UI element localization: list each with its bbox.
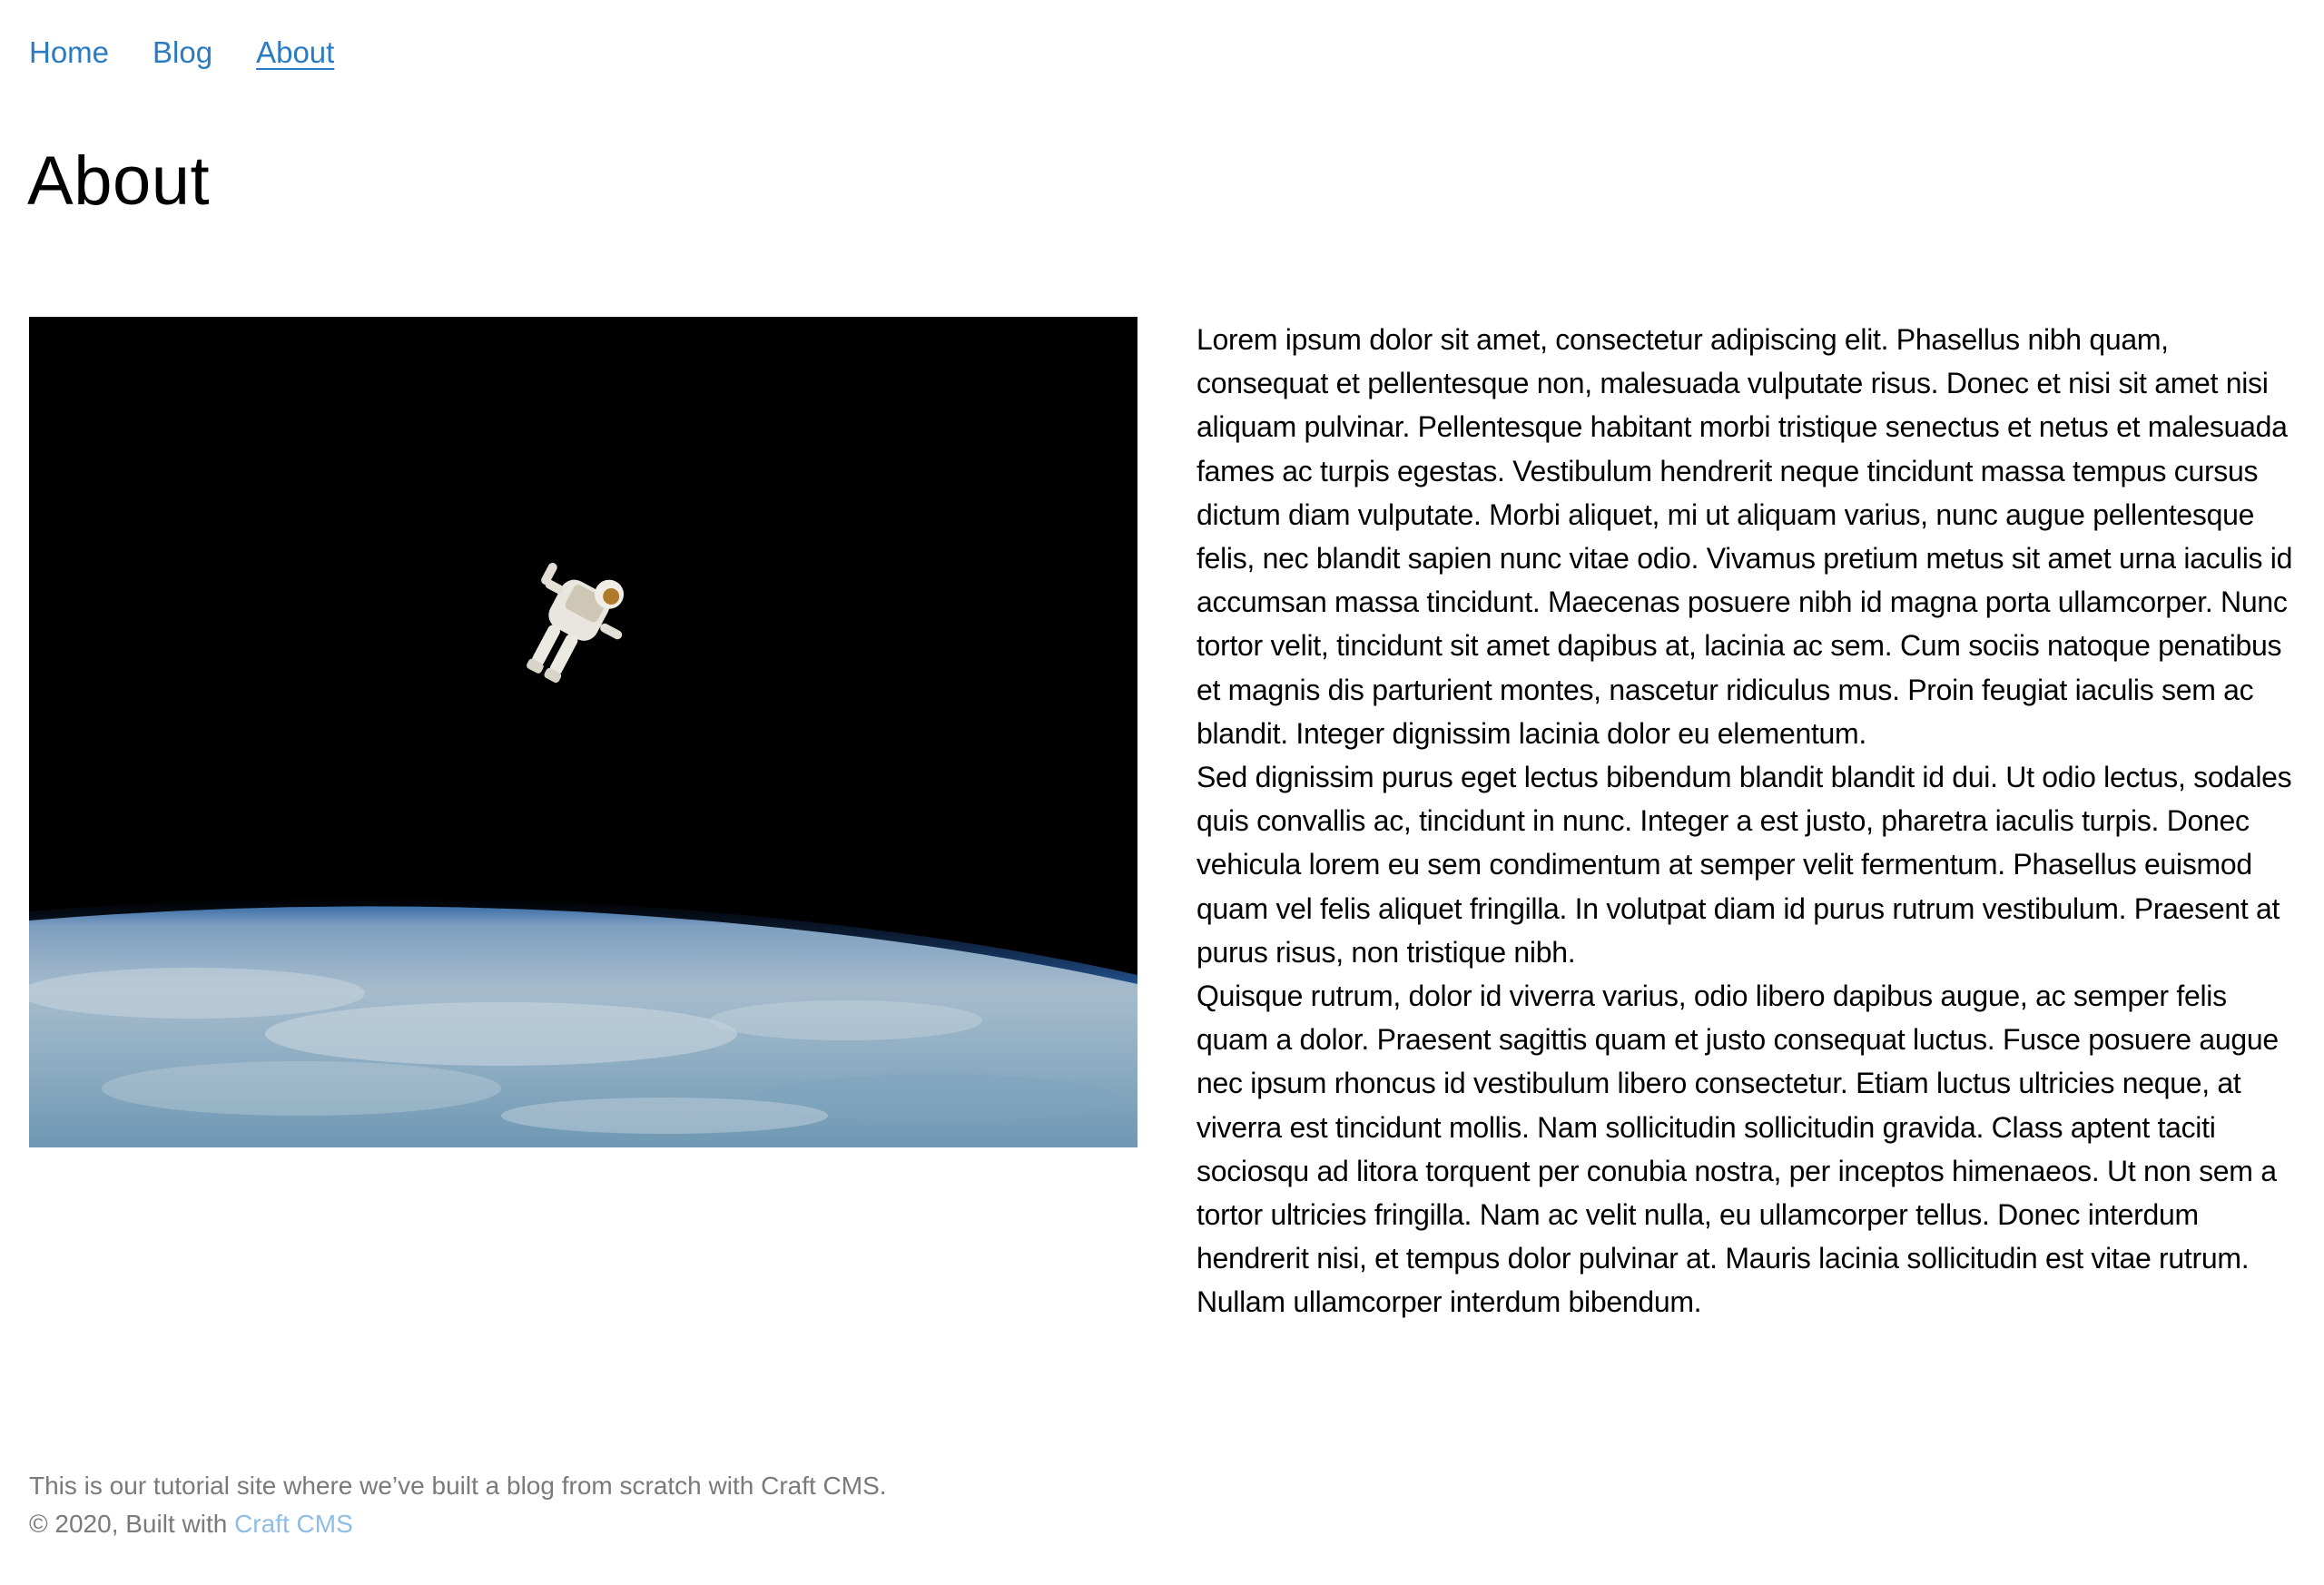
paragraph: Sed dignissim purus eget lectus bibendum… — [1196, 761, 2292, 969]
nav-link-home[interactable]: Home — [29, 31, 109, 74]
footer-copyright: © 2020, Built with Craft CMS — [29, 1505, 887, 1543]
main-nav: Home Blog About — [29, 31, 334, 74]
astronaut-earth-illustration — [29, 317, 1137, 1147]
nav-link-blog[interactable]: Blog — [153, 31, 212, 74]
copyright-text: © 2020, Built with — [29, 1510, 235, 1538]
craft-cms-link[interactable]: Craft CMS — [234, 1510, 353, 1538]
hero-image — [29, 317, 1137, 1147]
paragraph: Quisque rutrum, dolor id viverra varius,… — [1196, 980, 2279, 1319]
paragraph: Lorem ipsum dolor sit amet, consectetur … — [1196, 323, 2293, 750]
about-content: Lorem ipsum dolor sit amet, consectetur … — [1196, 318, 2306, 1324]
page-title: About — [27, 143, 211, 220]
footer-tagline: This is our tutorial site where we’ve bu… — [29, 1472, 887, 1500]
nav-link-about[interactable]: About — [256, 31, 334, 74]
footer: This is our tutorial site where we’ve bu… — [29, 1467, 887, 1543]
